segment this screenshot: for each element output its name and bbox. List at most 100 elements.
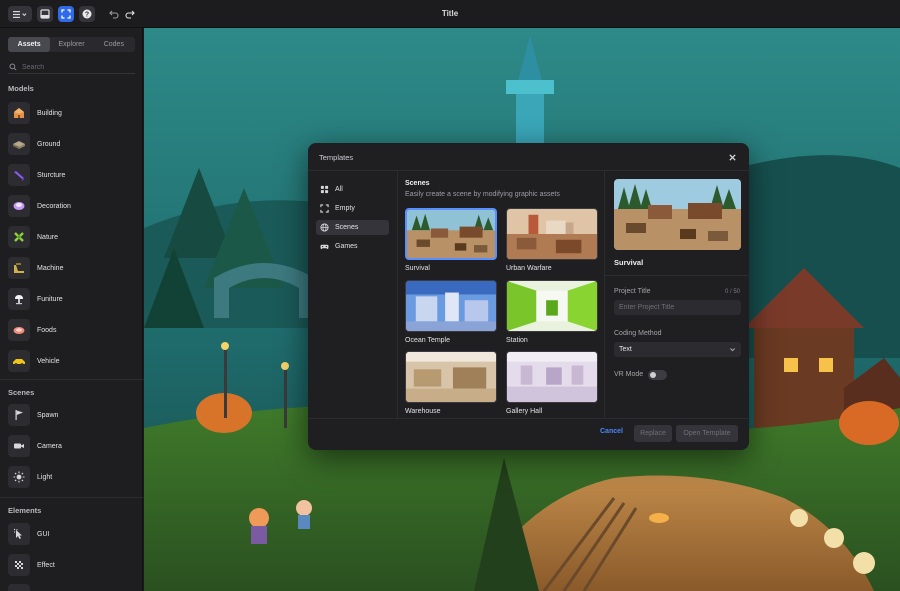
- redo-button[interactable]: [122, 6, 138, 22]
- nature-icon: [14, 232, 24, 242]
- menu-icon: [13, 10, 27, 18]
- search-bar: [8, 61, 135, 74]
- sidebar-item-structure[interactable]: Sturcture: [8, 163, 135, 187]
- coding-method-value: Text: [619, 346, 632, 353]
- tab-explorer[interactable]: Explorer: [50, 37, 92, 52]
- menu-button[interactable]: [8, 6, 32, 22]
- sidebar-item-label: Spawn: [37, 411, 59, 419]
- sidebar-item-partial[interactable]: [8, 583, 135, 591]
- sidebar-item-machine[interactable]: Machine: [8, 256, 135, 280]
- sparkle-icon: [15, 561, 23, 569]
- section-title-elements: Elements: [8, 506, 42, 515]
- tab-codes[interactable]: Codes: [93, 37, 135, 52]
- sidebar-item-label: Foods: [37, 326, 57, 334]
- undo-button[interactable]: [106, 6, 122, 22]
- gallery-title: Scenes: [405, 180, 430, 187]
- category-label: Games: [335, 243, 358, 250]
- template-thumbnail: [506, 351, 598, 403]
- sidebar-item-ground[interactable]: Ground: [8, 132, 135, 156]
- open-template-button[interactable]: Open Template: [676, 425, 738, 442]
- foods-icon: [13, 327, 25, 334]
- sidebar-item-spawn[interactable]: Spawn: [8, 403, 135, 427]
- sidebar-item-label: Camera: [37, 442, 62, 450]
- templates-modal: Templates All Empty Scenes Games Scenes …: [308, 143, 749, 450]
- sidebar-item-label: Ground: [37, 140, 61, 148]
- fullscreen-icon: [61, 9, 71, 19]
- template-card-station[interactable]: Station: [506, 280, 598, 344]
- project-title-label: Project Title: [614, 288, 651, 295]
- camera-icon: [14, 443, 24, 449]
- search-input[interactable]: [22, 63, 132, 71]
- category-all[interactable]: All: [316, 182, 389, 197]
- ground-icon: [13, 141, 25, 149]
- sidebar-item-nature[interactable]: Nature: [8, 225, 135, 249]
- layout-button[interactable]: [37, 6, 53, 22]
- help-button[interactable]: ?: [79, 6, 95, 22]
- template-card-urban-warfare[interactable]: Urban Warfare: [506, 208, 598, 272]
- close-icon: [728, 153, 736, 161]
- category-list: All Empty Scenes Games: [308, 171, 398, 418]
- category-scenes[interactable]: Scenes: [316, 220, 389, 235]
- template-details: Survival Project Title 0 / 50 Coding Met…: [605, 171, 749, 418]
- coding-method-label: Coding Method: [614, 330, 662, 337]
- sun-icon: [13, 471, 25, 483]
- category-empty[interactable]: Empty: [316, 201, 389, 216]
- top-toolbar: ? Title: [0, 0, 900, 28]
- coding-method-select[interactable]: Text: [614, 342, 741, 357]
- template-card-warehouse[interactable]: Warehouse: [405, 351, 497, 415]
- category-games[interactable]: Games: [316, 239, 389, 254]
- sidebar-item-decoration[interactable]: Decoration: [8, 194, 135, 218]
- sidebar-item-building[interactable]: Building: [8, 101, 135, 125]
- sidebar-item-foods[interactable]: Foods: [8, 318, 135, 342]
- template-label: Gallery Hall: [506, 408, 543, 415]
- flag-icon: [15, 410, 23, 420]
- sidebar-item-label: Decoration: [37, 202, 71, 210]
- sidebar-item-vehicle[interactable]: Vehicle: [8, 349, 135, 373]
- grid-icon: [320, 185, 329, 194]
- sidebar: Assets Explorer Codes Models Building Gr…: [0, 28, 143, 591]
- machine-icon: [14, 263, 24, 273]
- layout-icon: [40, 9, 50, 19]
- section-title-scenes: Scenes: [8, 388, 35, 397]
- replace-button[interactable]: Replace: [634, 425, 672, 442]
- modal-title: Templates: [319, 153, 354, 162]
- modal-footer: Cancel Replace Open Template: [308, 418, 749, 450]
- vr-mode-toggle[interactable]: [648, 370, 667, 380]
- template-thumbnail: [405, 208, 497, 260]
- sidebar-item-label: Building: [37, 109, 62, 117]
- furniture-icon: [15, 295, 23, 305]
- template-label: Warehouse: [405, 408, 441, 415]
- svg-text:?: ?: [85, 12, 89, 19]
- preview-name: Survival: [614, 258, 644, 267]
- sidebar-item-label: Effect: [37, 561, 55, 569]
- template-card-survival[interactable]: Survival: [405, 208, 497, 272]
- section-title-models: Models: [8, 84, 34, 93]
- sidebar-item-effect[interactable]: Effect: [8, 553, 135, 577]
- template-label: Ocean Temple: [405, 337, 451, 344]
- tab-assets[interactable]: Assets: [8, 37, 51, 52]
- sidebar-item-camera[interactable]: Camera: [8, 434, 135, 458]
- project-title-input[interactable]: [614, 300, 741, 315]
- template-gallery: Scenes Easily create a scene by modifyin…: [398, 171, 605, 418]
- fullscreen-button[interactable]: [58, 6, 74, 22]
- sidebar-item-light[interactable]: Light: [8, 465, 135, 489]
- cancel-button[interactable]: Cancel: [600, 428, 623, 435]
- vehicle-icon: [13, 359, 25, 366]
- sidebar-item-label: GUI: [37, 530, 50, 538]
- template-card-ocean-temple[interactable]: Ocean Temple: [405, 280, 497, 344]
- divider: [605, 275, 749, 276]
- sidebar-item-label: Nature: [37, 233, 59, 241]
- close-button[interactable]: [726, 151, 738, 163]
- gamepad-icon: [320, 244, 329, 250]
- sidebar-item-gui[interactable]: GUI: [8, 522, 135, 546]
- template-card-gallery-hall[interactable]: Gallery Hall: [506, 351, 598, 415]
- template-label: Survival: [405, 265, 430, 272]
- modal-header: Templates: [308, 143, 749, 171]
- template-label: Urban Warfare: [506, 265, 552, 272]
- sidebar-item-furniture[interactable]: Funiture: [8, 287, 135, 311]
- undo-icon: [109, 10, 119, 19]
- gallery-subtitle: Easily create a scene by modifying graph…: [405, 191, 560, 198]
- divider: [0, 379, 143, 380]
- sidebar-item-label: Sturcture: [37, 171, 66, 179]
- sidebar-item-label: Machine: [37, 264, 64, 272]
